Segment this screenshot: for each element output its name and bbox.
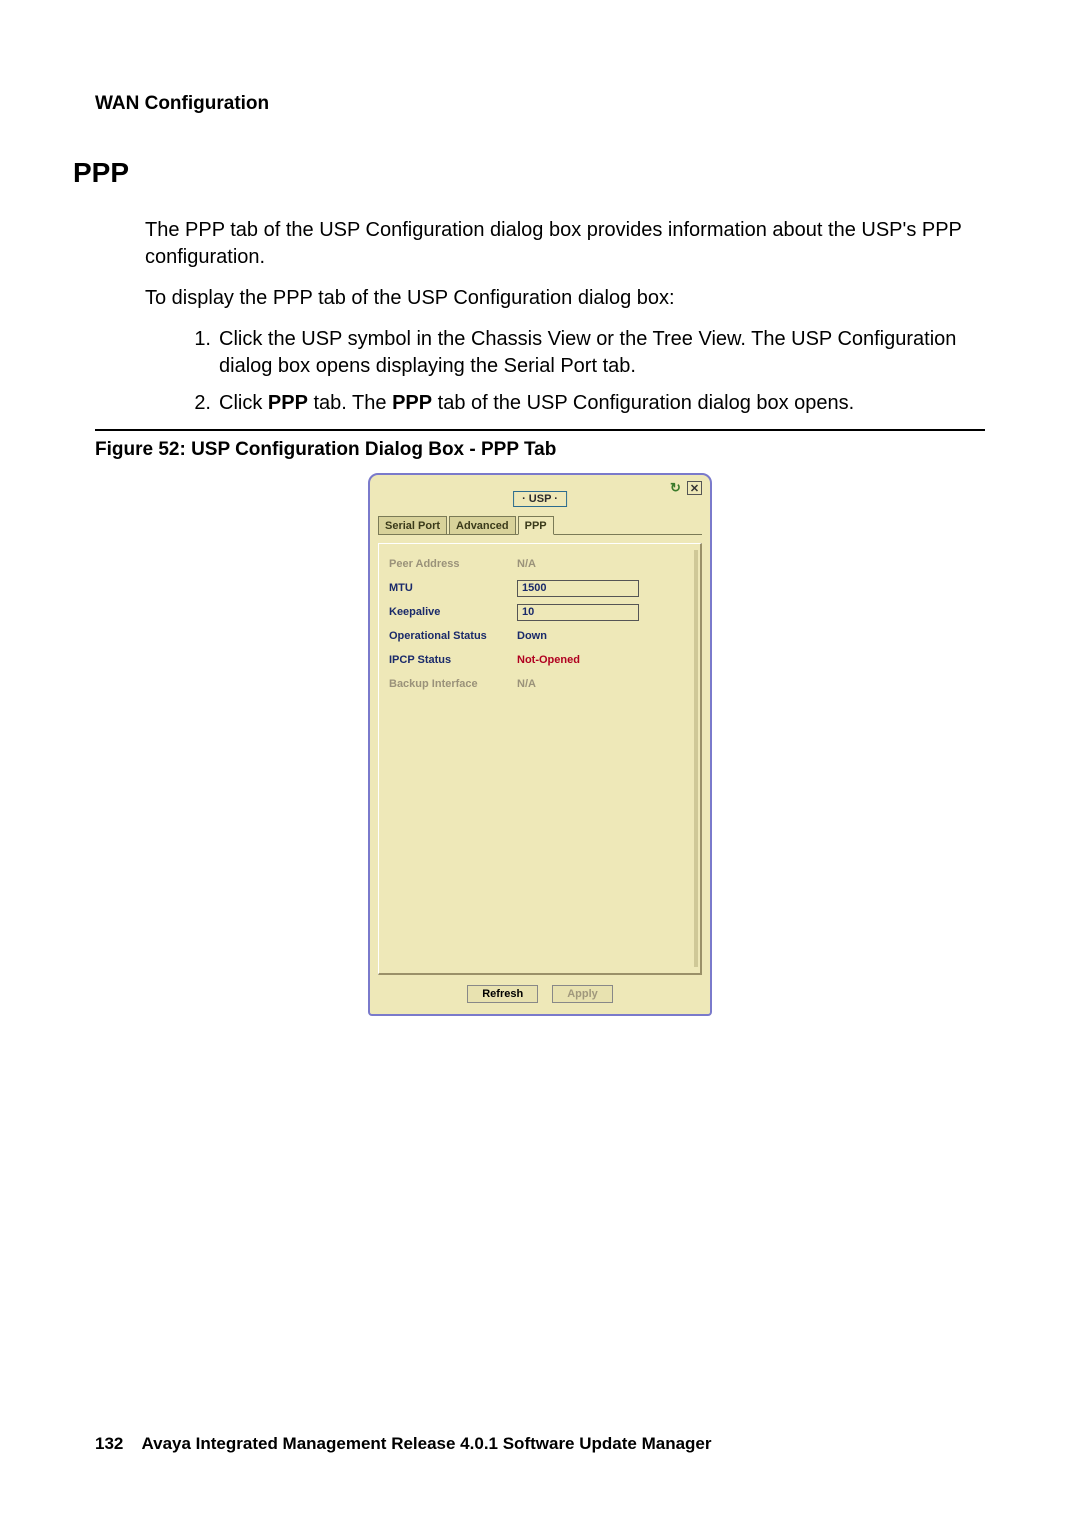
tab-ppp[interactable]: PPP <box>518 516 554 535</box>
step-2: 2. Click PPP tab. The PPP tab of the USP… <box>185 390 985 417</box>
step-2-text-b: tab. The <box>308 392 392 414</box>
dialog-container: · USP · ↻ ✕ Serial Port Advanced PPP Pee… <box>95 473 985 1016</box>
field-backup-interface: Backup Interface N/A <box>389 672 690 696</box>
ipcp-status-value: Not-Opened <box>517 654 690 666</box>
dialog-buttons: Refresh Apply <box>370 985 710 1003</box>
step-2-bold-1: PPP <box>268 392 308 414</box>
step-2-bold-2: PPP <box>392 392 432 414</box>
field-mtu: MTU <box>389 576 690 600</box>
step-1-text: Click the USP symbol in the Chassis View… <box>219 326 985 380</box>
step-1-number: 1. <box>185 326 211 380</box>
usp-config-dialog: · USP · ↻ ✕ Serial Port Advanced PPP Pee… <box>368 473 712 1016</box>
keepalive-value-wrap <box>517 604 690 621</box>
keepalive-label: Keepalive <box>389 606 517 618</box>
mtu-label: MTU <box>389 582 517 594</box>
tab-advanced[interactable]: Advanced <box>449 516 516 534</box>
step-2-text: Click PPP tab. The PPP tab of the USP Co… <box>219 390 985 417</box>
steps-list: 1. Click the USP symbol in the Chassis V… <box>185 326 985 417</box>
mtu-value-wrap <box>517 580 690 597</box>
backup-interface-value: N/A <box>517 678 690 690</box>
step-2-text-a: Click <box>219 392 268 414</box>
backup-interface-label: Backup Interface <box>389 678 517 690</box>
intro-paragraph-1: The PPP tab of the USP Configuration dia… <box>145 217 985 271</box>
tab-serial-port[interactable]: Serial Port <box>378 516 447 534</box>
field-ipcp-status: IPCP Status Not-Opened <box>389 648 690 672</box>
dialog-window-controls: ↻ ✕ <box>668 481 702 495</box>
dialog-titlebar: · USP · ↻ ✕ <box>370 475 710 515</box>
step-1: 1. Click the USP symbol in the Chassis V… <box>185 326 985 380</box>
dialog-title: · USP · <box>513 491 567 507</box>
running-header: WAN Configuration <box>95 93 985 115</box>
ipcp-status-label: IPCP Status <box>389 654 517 666</box>
operational-status-value: Down <box>517 630 690 642</box>
peer-address-label: Peer Address <box>389 558 517 570</box>
field-peer-address: Peer Address N/A <box>389 552 690 576</box>
mtu-input[interactable] <box>517 580 639 597</box>
dialog-fields-panel: Peer Address N/A MTU Keepalive Operation… <box>378 543 702 975</box>
step-2-text-c: tab of the USP Configuration dialog box … <box>432 392 854 414</box>
dialog-tabs: Serial Port Advanced PPP <box>378 515 702 535</box>
refresh-button[interactable]: Refresh <box>467 985 538 1003</box>
reload-icon[interactable]: ↻ <box>668 481 683 495</box>
page-footer: 132 Avaya Integrated Management Release … <box>95 1434 711 1454</box>
page-number: 132 <box>95 1434 123 1453</box>
close-icon[interactable]: ✕ <box>687 481 702 495</box>
section-title-ppp: PPP <box>73 157 985 189</box>
field-keepalive: Keepalive <box>389 600 690 624</box>
step-2-number: 2. <box>185 390 211 417</box>
footer-title: Avaya Integrated Management Release 4.0.… <box>141 1434 711 1453</box>
operational-status-label: Operational Status <box>389 630 517 642</box>
figure-separator <box>95 429 985 431</box>
apply-button[interactable]: Apply <box>552 985 613 1003</box>
keepalive-input[interactable] <box>517 604 639 621</box>
field-operational-status: Operational Status Down <box>389 624 690 648</box>
intro-paragraph-2: To display the PPP tab of the USP Config… <box>145 285 985 312</box>
figure-caption: Figure 52: USP Configuration Dialog Box … <box>95 439 985 461</box>
peer-address-value: N/A <box>517 558 690 570</box>
